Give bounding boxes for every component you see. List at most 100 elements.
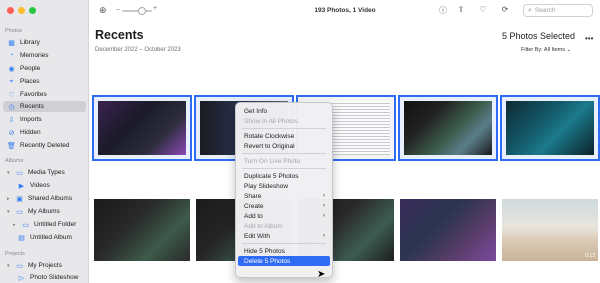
sidebar-item-imports[interactable]: ⇩ Imports: [3, 114, 86, 125]
sidebar-item-label: Imports: [20, 116, 42, 123]
sidebar-item-untitled-album[interactable]: ▤ Untitled Album: [3, 232, 86, 243]
menu-item-label: Share: [244, 192, 262, 200]
heart-icon[interactable]: ♡: [478, 5, 488, 14]
menu-item-label: Rotate Clockwise: [244, 132, 295, 140]
menu-item-share[interactable]: Share ›: [238, 191, 330, 201]
window-controls: [7, 7, 36, 14]
more-button[interactable]: •••: [585, 34, 593, 43]
menu-separator: [242, 153, 326, 154]
chevron-down-icon: ⌄: [566, 47, 572, 53]
page-title: Recents: [95, 28, 144, 42]
toolbar: ⊕ – + 193 Photos, 1 Video ⓘ ⇪ ♡ ⟳ ⌕ Sear…: [89, 0, 600, 22]
menu-item-add-to-album: Add to Album: [238, 221, 330, 231]
trash-icon: 🗑: [7, 142, 16, 150]
library-icon: ▦: [8, 39, 15, 47]
sidebar-item-shared-albums[interactable]: ▸ ▣ Shared Albums: [3, 193, 86, 204]
slideshow-icon[interactable]: ⊕: [99, 5, 107, 16]
menu-item-turn-on-live-photo: Turn On Live Photo: [238, 156, 330, 166]
chevron-down-icon[interactable]: ▾: [7, 209, 13, 215]
filter-dropdown[interactable]: Filter By: All Items ⌄: [521, 47, 571, 53]
folder-icon: ▭: [16, 262, 23, 270]
hidden-icon: ⊘: [8, 129, 15, 137]
menu-item-label: Create: [244, 202, 264, 210]
sidebar-item-label: People: [20, 65, 41, 72]
places-icon: ⌖: [9, 77, 14, 85]
chevron-right-icon[interactable]: ▸: [7, 196, 13, 202]
photo-thumbnail[interactable]: [398, 95, 498, 161]
sidebar-item-label: Recently Deleted: [20, 142, 70, 149]
sidebar-item-label: Places: [20, 78, 40, 85]
menu-item-label: Add to Album: [244, 222, 283, 230]
sidebar-item-untitled-folder[interactable]: ▸ ▭ Untitled Folder: [3, 219, 86, 230]
share-icon[interactable]: ⇪: [456, 5, 466, 14]
clock-icon: ◷: [8, 103, 15, 111]
people-icon: ◉: [8, 65, 15, 73]
zoom-in-label[interactable]: +: [153, 5, 157, 12]
rotate-icon[interactable]: ⟳: [500, 5, 510, 14]
sidebar-item-my-albums[interactable]: ▾ ▭ My Albums: [3, 206, 86, 217]
zoom-window-button[interactable]: [29, 7, 36, 14]
zoom-out-label[interactable]: –: [116, 6, 120, 13]
minimize-window-button[interactable]: [18, 7, 25, 14]
menu-item-duplicate[interactable]: Duplicate 5 Photos: [238, 171, 330, 181]
sidebar-item-label: Media Types: [28, 169, 65, 176]
menu-item-add-to[interactable]: Add to ›: [238, 211, 330, 221]
chevron-right-icon: ›: [323, 213, 325, 219]
search-input[interactable]: ⌕ Search: [523, 4, 593, 17]
photo-thumbnail[interactable]: [500, 95, 600, 161]
menu-item-label: Play Slideshow: [244, 182, 289, 190]
photo-thumbnail[interactable]: [400, 199, 496, 261]
sidebar-item-label: Favorites: [20, 91, 47, 98]
sidebar-item-label: Untitled Folder: [34, 221, 77, 228]
menu-item-label: Edit With: [244, 232, 271, 240]
menu-item-label: Show in All Photos: [244, 117, 298, 125]
sidebar-item-recently-deleted[interactable]: 🗑 Recently Deleted: [3, 140, 86, 151]
chevron-right-icon[interactable]: ▸: [13, 222, 19, 228]
folder-icon: ▭: [22, 221, 29, 229]
memories-icon: ◔: [9, 52, 14, 59]
menu-item-edit-with[interactable]: Edit With ›: [238, 231, 330, 241]
info-icon[interactable]: ⓘ: [438, 5, 448, 16]
sidebar-item-favorites[interactable]: ♡ Favorites: [3, 89, 86, 100]
sidebar-item-places[interactable]: ⌖ Places: [3, 76, 86, 87]
video-thumbnail[interactable]: 0:13: [502, 199, 598, 261]
sidebar-item-people[interactable]: ◉ People: [3, 63, 86, 74]
filter-label: Filter By: All Items: [521, 47, 566, 53]
zoom-slider[interactable]: [122, 10, 152, 12]
sidebar-item-media-types[interactable]: ▾ ▭ Media Types: [3, 167, 86, 178]
slideshow-icon: ▷: [18, 274, 25, 282]
close-window-button[interactable]: [7, 7, 14, 14]
sidebar-item-memories[interactable]: ◔ Memories: [3, 50, 86, 61]
sidebar-item-photo-slideshow[interactable]: ▷ Photo Slideshow: [3, 272, 86, 283]
menu-item-label: Turn On Live Photo: [244, 157, 301, 165]
sidebar-item-label: Untitled Album: [30, 234, 72, 241]
sidebar-item-hidden[interactable]: ⊘ Hidden: [3, 127, 86, 138]
sidebar-item-videos[interactable]: ▶ Videos: [3, 180, 86, 191]
menu-item-get-info[interactable]: Get Info: [238, 106, 330, 116]
section-title-photos: Photos: [5, 28, 23, 34]
sidebar-item-recents[interactable]: ◷ Recents: [3, 101, 86, 112]
folder-icon: ▭: [16, 208, 23, 216]
album-icon: ▤: [18, 234, 25, 242]
menu-item-play-slideshow[interactable]: Play Slideshow: [238, 181, 330, 191]
menu-item-rotate-clockwise[interactable]: Rotate Clockwise: [238, 131, 330, 141]
section-title-albums: Albums: [5, 158, 24, 164]
zoom-slider-knob[interactable]: [138, 7, 146, 15]
menu-item-revert-to-original[interactable]: Revert to Original: [238, 141, 330, 151]
menu-item-label: Delete 5 Photos: [244, 257, 291, 265]
sidebar-item-label: Shared Albums: [28, 195, 73, 202]
menu-separator: [242, 168, 326, 169]
sidebar-item-my-projects[interactable]: ▾ ▭ My Projects: [3, 260, 86, 271]
photo-thumbnail[interactable]: [92, 95, 192, 161]
chevron-down-icon[interactable]: ▾: [7, 170, 13, 176]
menu-item-delete[interactable]: Delete 5 Photos: [238, 256, 330, 266]
selected-count: 5 Photos Selected: [502, 31, 576, 41]
menu-item-label: Duplicate 5 Photos: [244, 172, 299, 180]
menu-item-hide[interactable]: Hide 5 Photos: [238, 246, 330, 256]
photo-thumbnail[interactable]: [94, 199, 190, 261]
menu-item-create[interactable]: Create ›: [238, 201, 330, 211]
shared-albums-icon: ▣: [16, 195, 23, 203]
video-duration: 0:13: [585, 253, 595, 259]
sidebar-item-library[interactable]: ▦ Library: [3, 37, 86, 48]
chevron-down-icon[interactable]: ▾: [7, 263, 13, 269]
